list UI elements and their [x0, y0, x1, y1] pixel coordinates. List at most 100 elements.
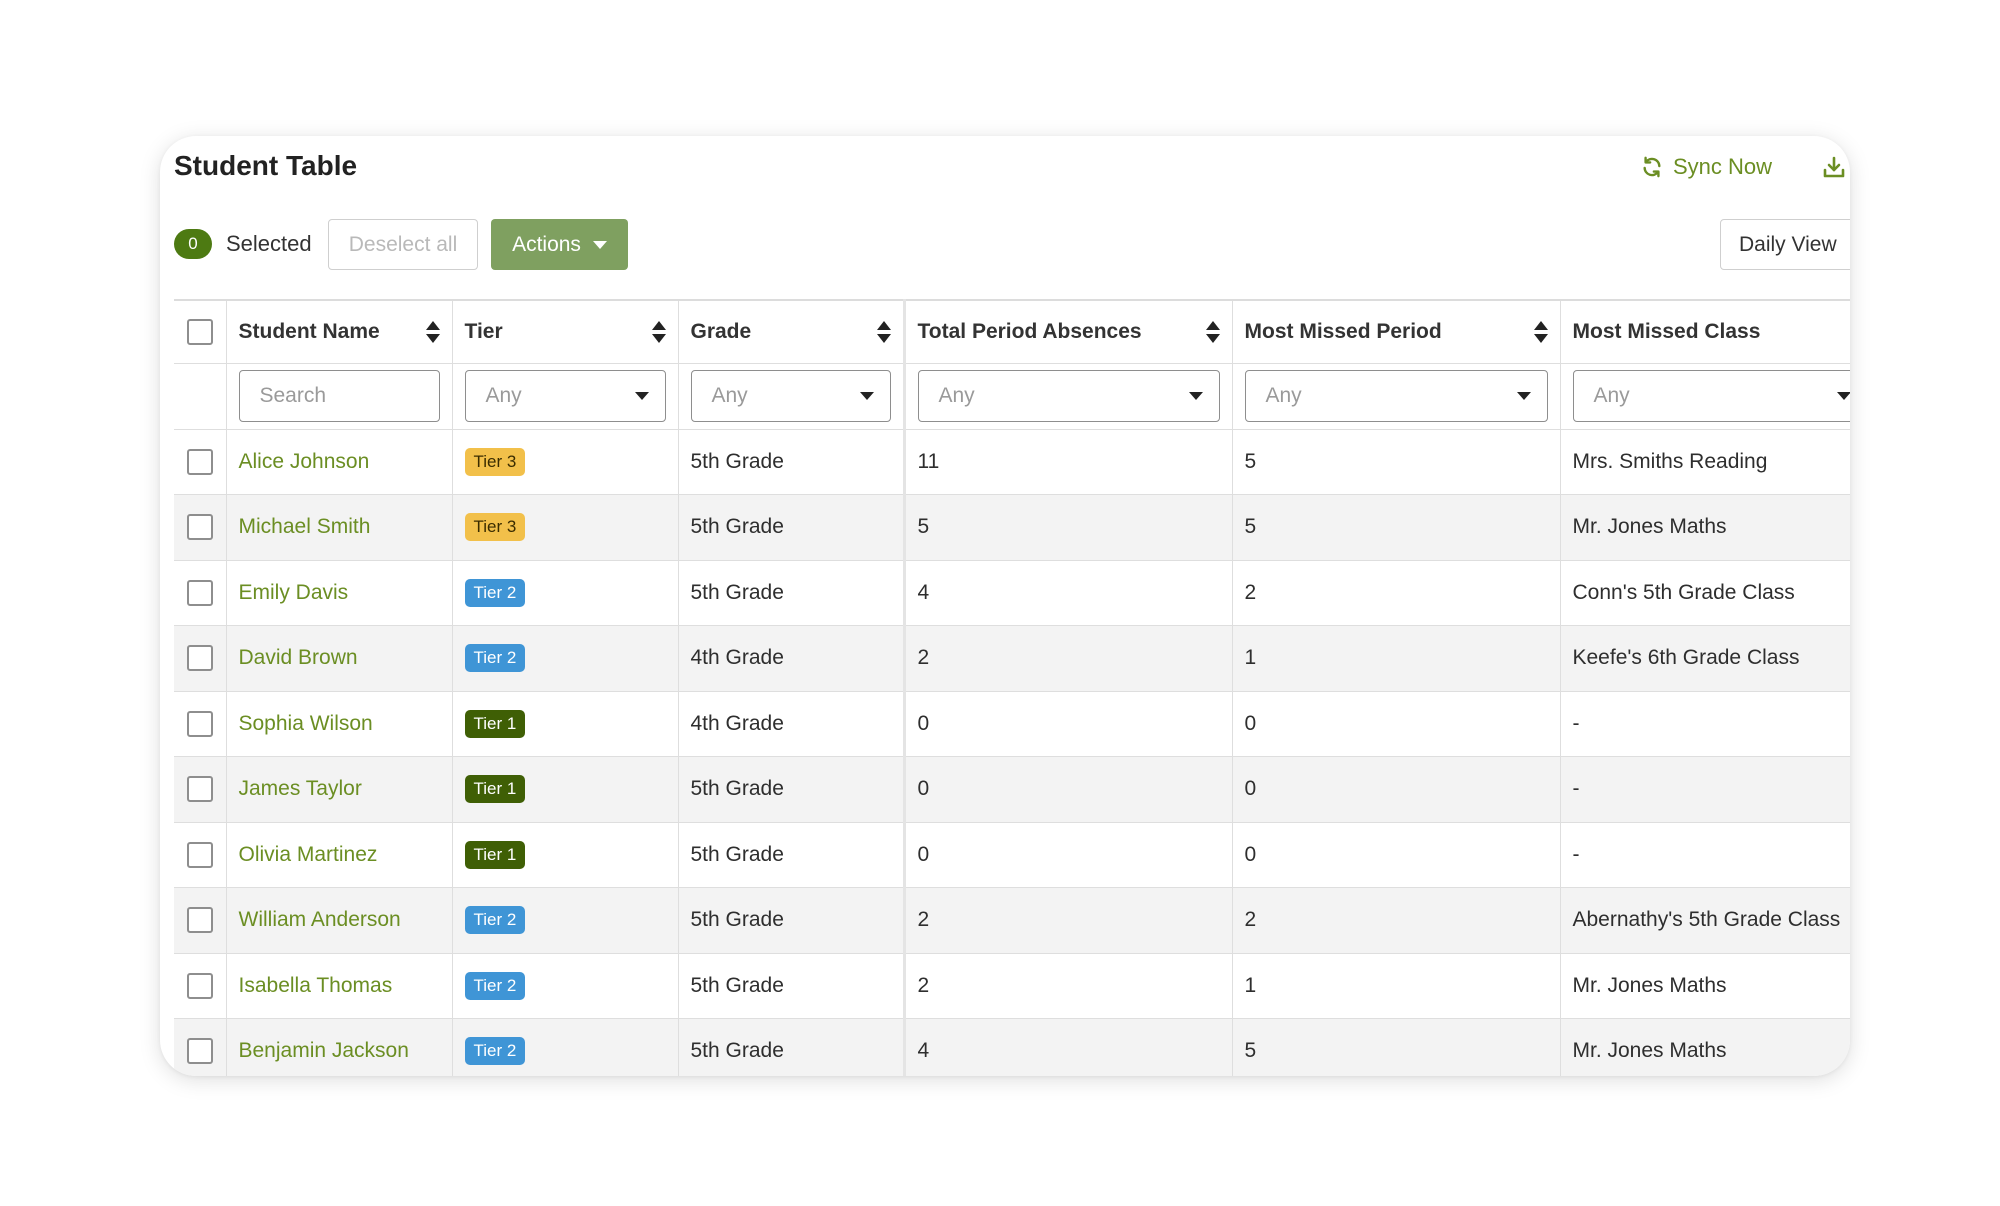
- row-checkbox[interactable]: [186, 841, 213, 868]
- select-value: Any: [1593, 384, 1630, 407]
- tier-badge: Tier 2: [464, 971, 526, 1000]
- most-missed-class-cell: Mr. Jones Maths: [1560, 953, 1850, 1019]
- student-name-link[interactable]: Isabella Thomas: [239, 974, 393, 997]
- total-absences-filter-select[interactable]: Any: [917, 370, 1220, 422]
- student-name-link[interactable]: Olivia Martinez: [239, 843, 378, 866]
- filter-cell-total: Any: [902, 363, 1233, 430]
- table-row[interactable]: Alice Johnson Tier 3 5th Grade 11 5 Mrs. Smit…: [174, 429, 1850, 495]
- student-name-link[interactable]: Emily Davis: [239, 581, 349, 604]
- student-name-link[interactable]: Alice Johnson: [239, 450, 370, 473]
- select-all-cell: [174, 299, 227, 364]
- sort-icon: [1205, 320, 1220, 343]
- row-checkbox[interactable]: [186, 1038, 213, 1065]
- select-all-checkbox[interactable]: [186, 318, 213, 345]
- column-header-tier[interactable]: Tier: [452, 299, 679, 364]
- tier-cell: Tier 2: [452, 887, 679, 954]
- row-checkbox[interactable]: [186, 645, 213, 672]
- download-icon[interactable]: [1822, 155, 1846, 179]
- student-name-link[interactable]: David Brown: [239, 646, 358, 669]
- filter-cell-name: [226, 363, 453, 430]
- column-header-most-missed-period[interactable]: Most Missed Period: [1232, 299, 1561, 364]
- row-checkbox[interactable]: [186, 514, 213, 541]
- table-row[interactable]: Michael Smith Tier 3 5th Grade 5 5 Mr. Jones …: [174, 494, 1850, 561]
- student-name-link[interactable]: James Taylor: [239, 777, 362, 800]
- row-checkbox[interactable]: [186, 448, 213, 475]
- filter-cell-tier: Any: [452, 363, 679, 430]
- table-row[interactable]: William Anderson Tier 2 5th Grade 2 2 Abernat…: [174, 887, 1850, 954]
- row-select-cell: [174, 822, 227, 888]
- filter-cell-period: Any: [1232, 363, 1561, 430]
- chevron-down-icon: [592, 240, 607, 249]
- filter-cell-grade: Any: [678, 363, 905, 430]
- tier-cell: Tier 2: [452, 953, 679, 1019]
- most-missed-class-cell: Abernathy's 5th Grade Class: [1560, 887, 1850, 954]
- row-select-cell: [174, 887, 227, 954]
- sort-icon: [876, 320, 891, 343]
- tier-badge: Tier 2: [464, 644, 526, 673]
- grade-cell: 5th Grade: [678, 953, 905, 1019]
- column-label: Tier: [464, 319, 503, 343]
- actions-label: Actions: [512, 232, 581, 256]
- column-label: Total Period Absences: [917, 319, 1142, 343]
- table-row[interactable]: Sophia Wilson Tier 1 4th Grade 0 0-: [174, 691, 1850, 757]
- column-label: Most Missed Period: [1244, 319, 1442, 343]
- student-name-cell: James Taylor: [226, 756, 453, 823]
- chevron-down-icon: [1836, 392, 1850, 400]
- row-select-cell: [174, 560, 227, 626]
- column-header-grade[interactable]: Grade: [678, 299, 905, 364]
- student-name-link[interactable]: Michael Smith: [239, 515, 371, 538]
- total-absences-cell: 4: [902, 1018, 1233, 1076]
- most-missed-class-cell: -: [1560, 691, 1850, 757]
- most-missed-period-cell: 2: [1232, 887, 1561, 954]
- row-checkbox[interactable]: [186, 972, 213, 999]
- selected-count-badge: 0: [174, 229, 212, 259]
- student-name-link[interactable]: William Anderson: [239, 908, 401, 931]
- row-checkbox[interactable]: [186, 710, 213, 737]
- total-absences-cell: 4: [902, 560, 1233, 626]
- most-missed-period-cell: 5: [1232, 1018, 1561, 1076]
- grade-filter-select[interactable]: Any: [690, 370, 891, 422]
- column-header-most-missed-class[interactable]: Most Missed Class: [1560, 299, 1850, 364]
- select-value: Any: [711, 384, 748, 407]
- most-missed-class-filter-select[interactable]: Any: [1572, 370, 1850, 422]
- sort-icon: [425, 320, 440, 343]
- total-absences-cell: 2: [902, 625, 1233, 692]
- tier-badge: Tier 2: [464, 1037, 526, 1066]
- chevron-down-icon: [1188, 392, 1203, 400]
- row-checkbox[interactable]: [186, 579, 213, 606]
- tier-badge: Tier 2: [464, 578, 526, 607]
- tier-cell: Tier 1: [452, 756, 679, 823]
- row-checkbox[interactable]: [186, 776, 213, 803]
- most-missed-class-cell: Mr. Jones Maths: [1560, 1018, 1850, 1076]
- row-checkbox[interactable]: [186, 907, 213, 934]
- column-header-total-period-absences[interactable]: Total Period Absences: [902, 299, 1233, 364]
- most-missed-class-cell: Mrs. Smiths Reading: [1560, 429, 1850, 495]
- table-row[interactable]: Olivia Martinez Tier 1 5th Grade 0 0-: [174, 822, 1850, 888]
- deselect-all-button[interactable]: Deselect all: [328, 219, 478, 270]
- tier-cell: Tier 3: [452, 494, 679, 561]
- page-title: Student Table: [174, 150, 358, 181]
- row-select-cell: [174, 429, 227, 495]
- total-absences-cell: 11: [902, 429, 1233, 495]
- actions-button[interactable]: Actions: [491, 219, 628, 270]
- student-name-cell: Olivia Martinez: [226, 822, 453, 888]
- most-missed-period-cell: 0: [1232, 756, 1561, 823]
- daily-view-button[interactable]: Daily View: [1720, 219, 1850, 270]
- search-input[interactable]: [238, 370, 440, 422]
- column-header-student-name[interactable]: Student Name: [226, 299, 453, 364]
- table-row[interactable]: James Taylor Tier 1 5th Grade 0 0-: [174, 756, 1850, 823]
- most-missed-period-cell: 0: [1232, 691, 1561, 757]
- student-name-link[interactable]: Sophia Wilson: [239, 712, 373, 735]
- most-missed-class-cell: Conn's 5th Grade Class: [1560, 560, 1850, 626]
- student-name-link[interactable]: Benjamin Jackson: [239, 1039, 409, 1062]
- student-table-card: Student Table Sync Now 0 Selected Desele…: [160, 136, 1850, 1076]
- most-missed-period-cell: 1: [1232, 953, 1561, 1019]
- grade-cell: 5th Grade: [678, 756, 905, 823]
- table-row[interactable]: Emily Davis Tier 2 5th Grade 4 2 Conn's 5th G…: [174, 560, 1850, 626]
- tier-filter-select[interactable]: Any: [464, 370, 666, 422]
- table-row[interactable]: David Brown Tier 2 4th Grade 2 1 Keefe's 6th …: [174, 625, 1850, 692]
- most-missed-period-filter-select[interactable]: Any: [1244, 370, 1548, 422]
- sync-now-button[interactable]: Sync Now: [1641, 154, 1772, 180]
- table-row[interactable]: Benjamin Jackson Tier 2 5th Grade 4 5 Mr. Jon…: [174, 1018, 1850, 1076]
- table-row[interactable]: Isabella Thomas Tier 2 5th Grade 2 1 Mr. Jone…: [174, 953, 1850, 1019]
